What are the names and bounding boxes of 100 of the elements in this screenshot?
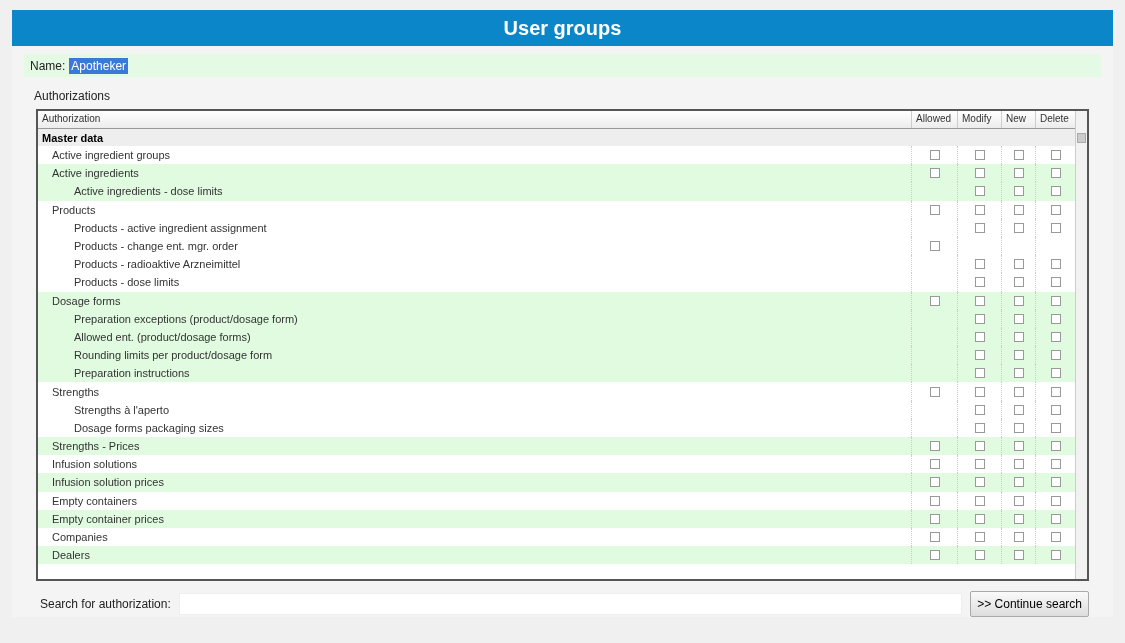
authorization-label: Active ingredients: [51, 167, 139, 180]
checkbox[interactable]: [929, 295, 940, 306]
checkbox[interactable]: [929, 386, 940, 397]
checkbox[interactable]: [974, 532, 985, 543]
checkbox[interactable]: [974, 513, 985, 524]
checkbox[interactable]: [1013, 186, 1024, 197]
checkbox[interactable]: [974, 495, 985, 506]
authorization-label: Products - radioaktive Arzneimittel: [73, 258, 241, 271]
checkbox[interactable]: [1050, 513, 1061, 524]
checkbox[interactable]: [929, 513, 940, 524]
checkbox[interactable]: [1050, 550, 1061, 561]
checkbox[interactable]: [1013, 422, 1024, 433]
checkbox[interactable]: [1013, 313, 1024, 324]
checkbox[interactable]: [1013, 532, 1024, 543]
checkbox[interactable]: [974, 331, 985, 342]
checkbox[interactable]: [974, 277, 985, 288]
checkbox[interactable]: [1013, 277, 1024, 288]
continue-search-button[interactable]: >> Continue search: [970, 591, 1089, 617]
authorization-label: Active ingredient groups: [51, 149, 170, 162]
checkbox[interactable]: [1013, 459, 1024, 470]
checkbox[interactable]: [1013, 204, 1024, 215]
checkbox[interactable]: [929, 441, 940, 452]
checkbox[interactable]: [1013, 386, 1024, 397]
checkbox[interactable]: [1013, 441, 1024, 452]
authorization-label: Companies: [51, 531, 108, 544]
checkbox[interactable]: [1013, 331, 1024, 342]
checkbox[interactable]: [1050, 259, 1061, 270]
checkbox[interactable]: [974, 150, 985, 161]
checkbox[interactable]: [1013, 222, 1024, 233]
checkbox[interactable]: [1050, 422, 1061, 433]
checkbox[interactable]: [974, 368, 985, 379]
checkbox[interactable]: [1050, 495, 1061, 506]
checkbox[interactable]: [1050, 168, 1061, 179]
checkbox[interactable]: [1050, 441, 1061, 452]
checkbox[interactable]: [1050, 295, 1061, 306]
checkbox[interactable]: [1050, 150, 1061, 161]
authorization-label: Preparation exceptions (product/dosage form): [73, 312, 298, 325]
checkbox[interactable]: [929, 241, 940, 252]
checkbox[interactable]: [1013, 350, 1024, 361]
checkbox[interactable]: [1013, 150, 1024, 161]
checkbox[interactable]: [974, 386, 985, 397]
authorization-label: Strengths: [51, 385, 100, 398]
column-header[interactable]: Authorization: [38, 111, 911, 128]
column-header[interactable]: Modify: [957, 111, 1001, 128]
checkbox[interactable]: [1013, 295, 1024, 306]
checkbox[interactable]: [929, 532, 940, 543]
checkbox[interactable]: [1013, 404, 1024, 415]
checkbox[interactable]: [974, 477, 985, 488]
checkbox[interactable]: [974, 295, 985, 306]
column-header[interactable]: New: [1001, 111, 1035, 128]
checkbox[interactable]: [974, 459, 985, 470]
checkbox[interactable]: [1050, 204, 1061, 215]
checkbox[interactable]: [1050, 350, 1061, 361]
checkbox[interactable]: [974, 441, 985, 452]
checkbox[interactable]: [1013, 368, 1024, 379]
checkbox[interactable]: [974, 350, 985, 361]
name-field[interactable]: Apotheker: [69, 57, 129, 74]
checkbox[interactable]: [1050, 186, 1061, 197]
checkbox[interactable]: [1013, 513, 1024, 524]
checkbox[interactable]: [1013, 495, 1024, 506]
section-label: Authorizations: [33, 88, 112, 105]
checkbox[interactable]: [974, 550, 985, 561]
checkbox[interactable]: [974, 259, 985, 270]
authorization-label: Empty container prices: [51, 512, 164, 525]
checkbox[interactable]: [974, 313, 985, 324]
checkbox[interactable]: [929, 550, 940, 561]
name-label: Name:: [30, 58, 66, 73]
checkbox[interactable]: [1013, 477, 1024, 488]
checkbox[interactable]: [1050, 331, 1061, 342]
checkbox[interactable]: [929, 204, 940, 215]
checkbox[interactable]: [1050, 404, 1061, 415]
checkbox[interactable]: [1050, 222, 1061, 233]
checkbox[interactable]: [1050, 386, 1061, 397]
checkbox[interactable]: [929, 495, 940, 506]
checkbox[interactable]: [974, 168, 985, 179]
checkbox[interactable]: [1050, 368, 1061, 379]
checkbox[interactable]: [1013, 259, 1024, 270]
scrollbar[interactable]: [1075, 111, 1087, 579]
checkbox[interactable]: [929, 150, 940, 161]
checkbox[interactable]: [974, 186, 985, 197]
checkbox[interactable]: [1050, 477, 1061, 488]
column-header[interactable]: Allowed: [911, 111, 957, 128]
authorization-label: Dosage forms: [51, 294, 121, 307]
checkbox[interactable]: [929, 477, 940, 488]
checkbox[interactable]: [1050, 532, 1061, 543]
authorization-label: Strengths à l'aperto: [73, 403, 170, 416]
checkbox[interactable]: [1013, 550, 1024, 561]
authorization-label: Products - change ent. mgr. order: [73, 240, 238, 253]
checkbox[interactable]: [974, 204, 985, 215]
checkbox[interactable]: [1050, 313, 1061, 324]
checkbox[interactable]: [1013, 168, 1024, 179]
authorization-label: Rounding limits per product/dosage form: [73, 349, 273, 362]
checkbox[interactable]: [974, 422, 985, 433]
checkbox[interactable]: [974, 404, 985, 415]
checkbox[interactable]: [1050, 459, 1061, 470]
checkbox[interactable]: [929, 459, 940, 470]
authorization-label: Preparation instructions: [73, 367, 190, 380]
checkbox[interactable]: [1050, 277, 1061, 288]
checkbox[interactable]: [929, 168, 940, 179]
checkbox[interactable]: [974, 222, 985, 233]
